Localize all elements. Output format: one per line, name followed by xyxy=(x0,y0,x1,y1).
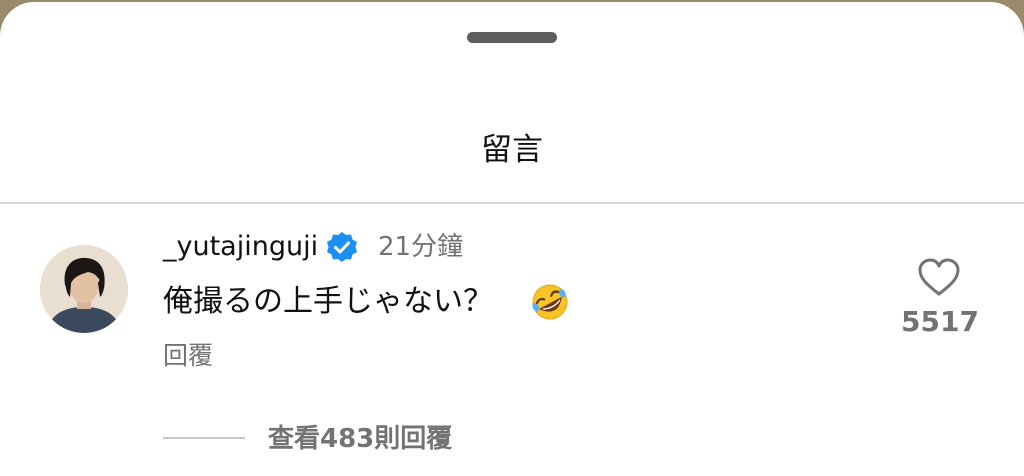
avatar[interactable] xyxy=(40,245,128,333)
comment-username[interactable]: _yutajinguji xyxy=(163,228,318,266)
comment-text: 俺撮るの上手じゃない？ xyxy=(163,284,493,319)
avatar-image xyxy=(40,245,128,333)
comments-sheet: 留言 _yutajinguji 21分鐘 俺撮るの上手じゃない？ 回覆 5517… xyxy=(0,2,1024,476)
drag-handle[interactable] xyxy=(467,32,557,43)
replies-divider-line xyxy=(163,437,245,439)
view-replies-button[interactable]: 查看483則回覆 xyxy=(268,420,452,458)
like-count: 5517 xyxy=(901,305,979,338)
reply-button[interactable]: 回覆 xyxy=(163,338,213,374)
rolling-laughing-emoji-icon xyxy=(532,284,568,320)
verified-badge-icon xyxy=(327,232,357,262)
heart-icon[interactable] xyxy=(916,256,962,298)
divider xyxy=(0,202,1024,204)
comment-timestamp: 21分鐘 xyxy=(378,232,464,262)
sheet-title: 留言 xyxy=(481,132,543,168)
